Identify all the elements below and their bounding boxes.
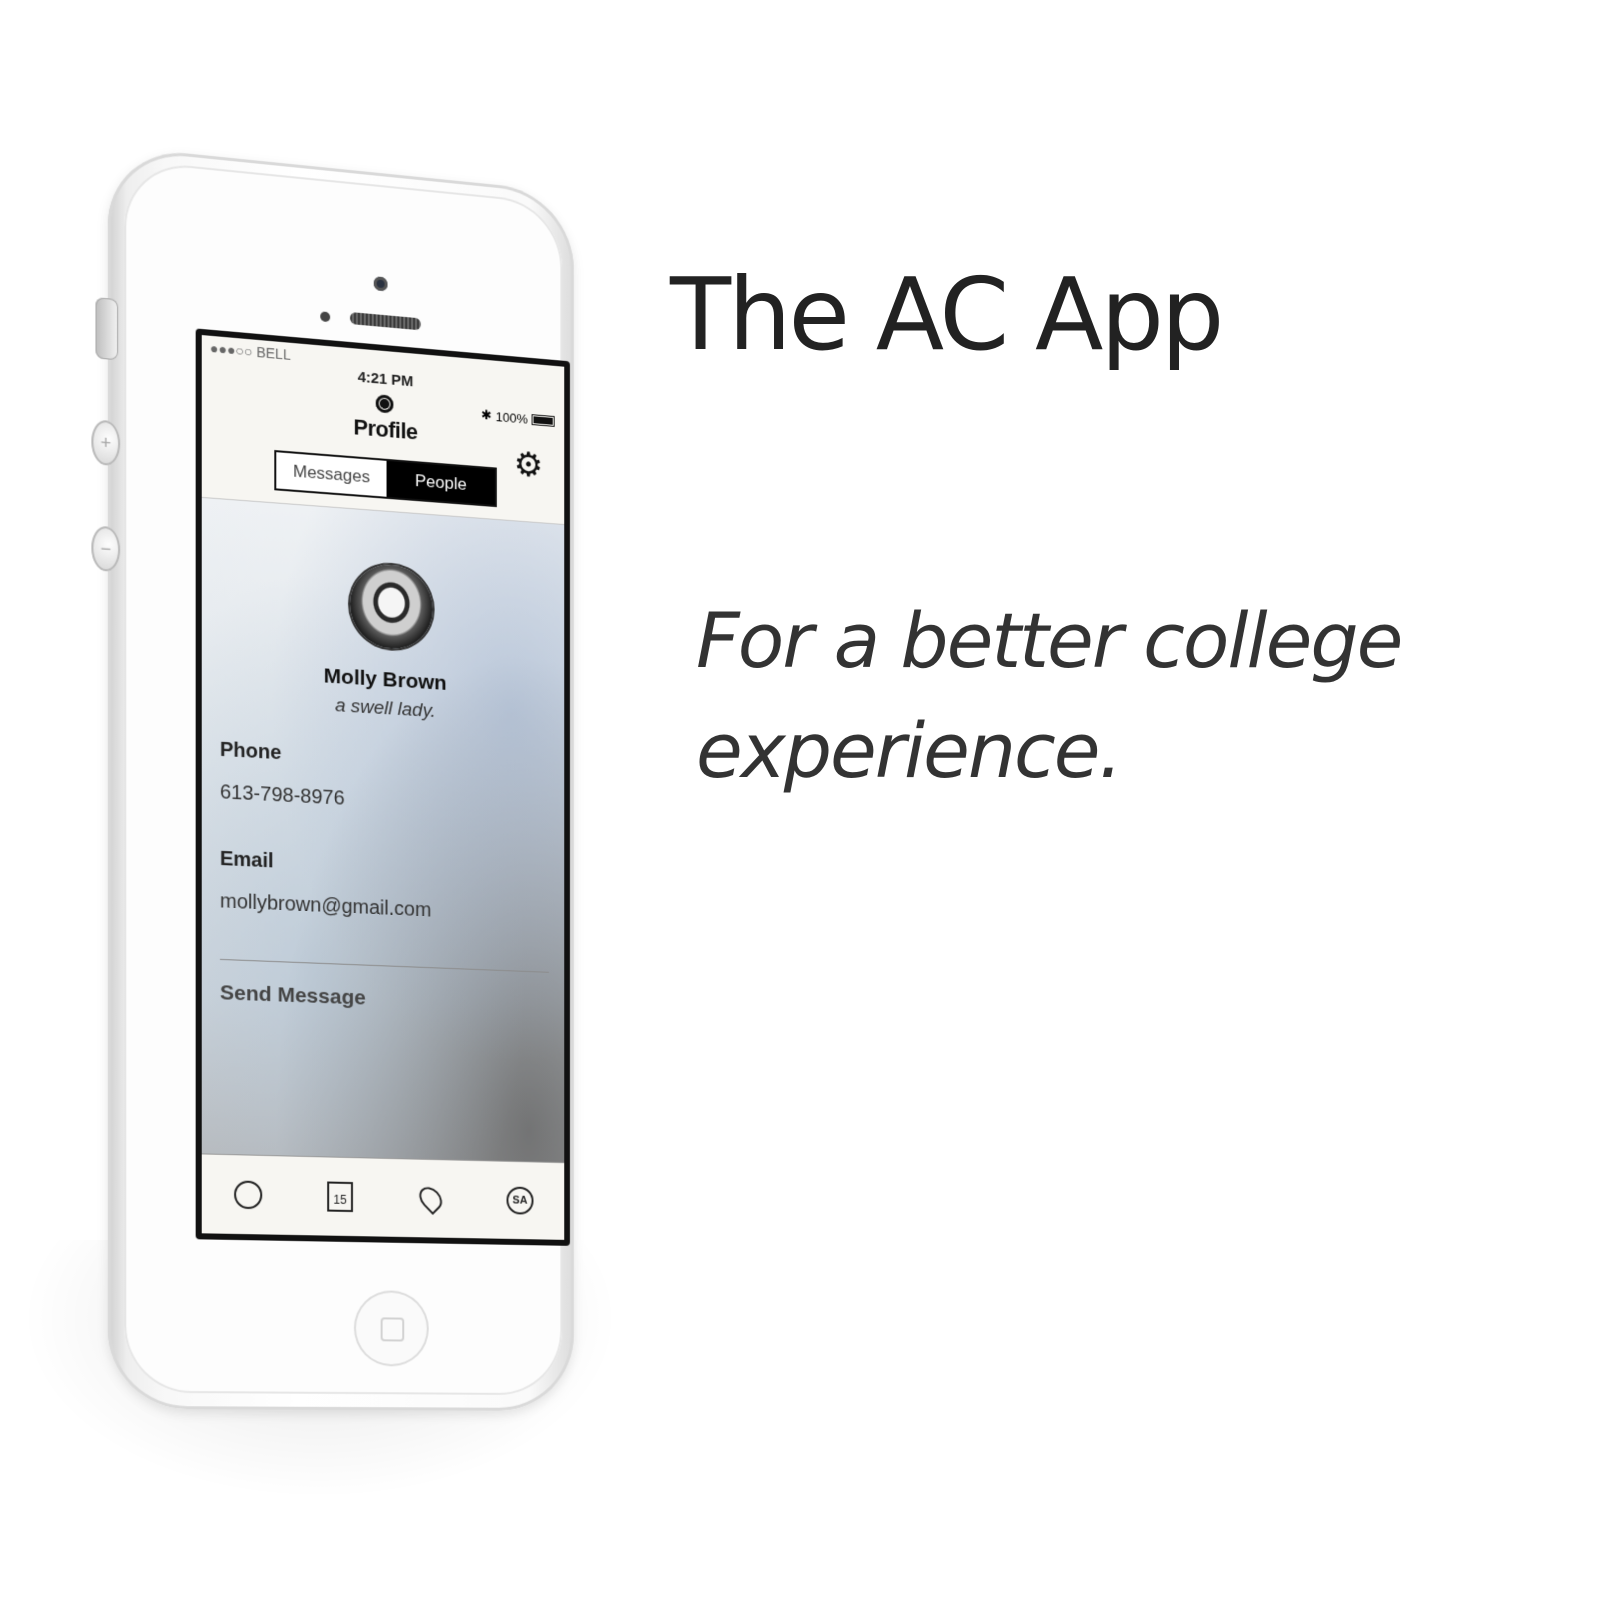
proximity-sensor-icon [320,311,330,322]
app-screen: ●●●○○ BELL 4:21 PM ✱ 100% Profile ⚙ Mess… [202,335,564,1240]
bluetooth-icon: ✱ [481,407,492,424]
tab-messages[interactable]: Messages [276,452,386,497]
battery-icon [532,414,555,427]
gear-icon[interactable]: ⚙ [514,447,543,483]
page: + − ●●●○○ BELL 4:21 PM ✱ 100% Profile ⚙ … [0,0,1600,1600]
segmented-control: Messages People [274,450,497,507]
tab-sa[interactable]: SA [506,1183,535,1217]
front-camera-icon [374,276,388,291]
app-tagline: For a better college experience. [696,586,1516,806]
tab-profile[interactable] [233,1177,263,1212]
calendar-icon: 15 [327,1181,353,1212]
profile-icon [234,1180,262,1209]
battery-percent: 100% [496,409,528,426]
phone-screen: ●●●○○ BELL 4:21 PM ✱ 100% Profile ⚙ Mess… [196,328,570,1245]
phone-face: ●●●○○ BELL 4:21 PM ✱ 100% Profile ⚙ Mess… [124,159,562,1395]
tab-calendar[interactable]: 15 [325,1179,355,1214]
app-headline: The AC App [670,256,1221,373]
phone-mockup: + − ●●●○○ BELL 4:21 PM ✱ 100% Profile ⚙ … [77,122,612,1431]
tab-people[interactable]: People [387,461,495,505]
home-square-icon [381,1317,405,1341]
earpiece-speaker-icon [350,312,421,330]
sa-badge-icon: SA [507,1186,534,1214]
home-button[interactable] [354,1290,429,1367]
silent-switch [95,297,118,360]
email-label: Email [220,848,274,874]
send-message-button[interactable]: Send Message [220,981,366,1010]
status-bar: ●●●○○ BELL 4:21 PM [202,335,564,390]
tab-location[interactable] [416,1181,445,1215]
location-pin-icon [415,1182,447,1214]
tab-bar: 15 SA [202,1153,564,1239]
phone-label: Phone [220,739,281,766]
person-icon [376,394,394,413]
